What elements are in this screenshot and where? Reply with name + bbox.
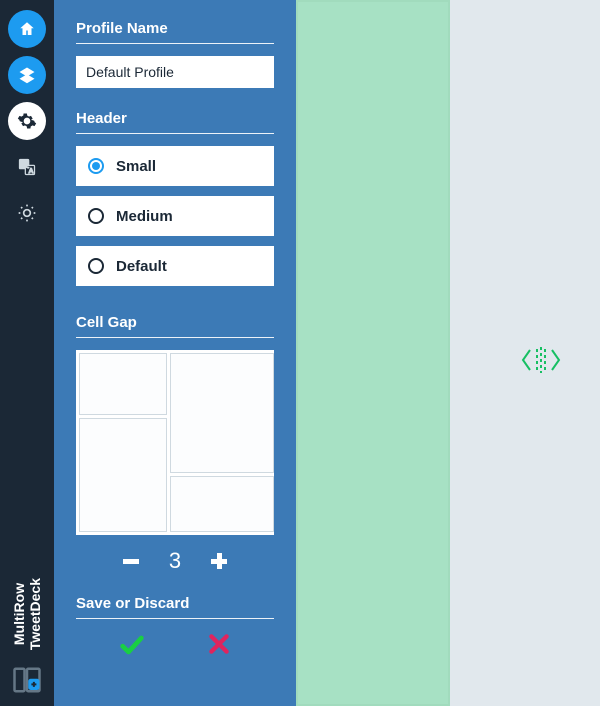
save-actions xyxy=(76,631,274,664)
header-option-small[interactable]: Small xyxy=(76,146,274,186)
gear-icon xyxy=(17,111,37,131)
header-title: Header xyxy=(76,110,274,127)
layout-add-icon xyxy=(12,665,42,695)
plus-icon xyxy=(207,549,231,573)
radio-label: Default xyxy=(116,258,167,275)
cellgap-stepper: 3 xyxy=(76,547,274,575)
home-icon xyxy=(18,20,36,38)
minus-icon xyxy=(119,549,143,573)
cell xyxy=(170,353,274,473)
check-icon xyxy=(118,631,146,659)
save-button[interactable] xyxy=(118,631,146,664)
header-radio-group: Small Medium Default xyxy=(76,146,274,296)
nav-layout-add[interactable] xyxy=(7,660,47,700)
profile-name-title: Profile Name xyxy=(76,20,274,37)
cellgap-preview xyxy=(76,350,274,535)
nav-translate[interactable]: 文A xyxy=(8,148,46,186)
radio-label: Small xyxy=(116,158,156,175)
translate-icon: 文A xyxy=(17,157,37,177)
layers-icon xyxy=(18,66,36,84)
draggable-column[interactable] xyxy=(296,0,450,706)
radio-label: Medium xyxy=(116,208,173,225)
profile-name-input[interactable] xyxy=(76,56,274,88)
settings-panel: Profile Name Header Small Medium Default… xyxy=(54,0,296,706)
cell xyxy=(170,476,274,532)
divider xyxy=(76,133,274,134)
divider xyxy=(76,43,274,44)
cellgap-title: Cell Gap xyxy=(76,314,274,331)
nav-brightness[interactable] xyxy=(8,194,46,232)
divider xyxy=(76,337,274,338)
column-resize-handle[interactable] xyxy=(535,0,541,706)
radio-icon xyxy=(88,158,104,174)
header-option-default[interactable]: Default xyxy=(76,246,274,286)
close-icon xyxy=(206,631,232,657)
brand-label: MultiRowTweetDeck xyxy=(11,578,43,650)
divider xyxy=(76,618,274,619)
save-title: Save or Discard xyxy=(76,595,274,612)
brightness-icon xyxy=(17,203,37,223)
layout-stage xyxy=(296,0,600,706)
svg-text:A: A xyxy=(29,168,34,175)
nav-home[interactable] xyxy=(8,10,46,48)
cell xyxy=(79,418,167,532)
radio-icon xyxy=(88,208,104,224)
radio-icon xyxy=(88,258,104,274)
nav-settings[interactable] xyxy=(8,102,46,140)
header-option-medium[interactable]: Medium xyxy=(76,196,274,236)
resize-indicator-icon xyxy=(521,346,561,374)
increment-button[interactable] xyxy=(203,547,235,575)
sidebar: 文A MultiRowTweetDeck xyxy=(0,0,54,706)
cellgap-value: 3 xyxy=(169,548,181,574)
discard-button[interactable] xyxy=(206,631,232,664)
decrement-button[interactable] xyxy=(115,547,147,575)
nav-layers[interactable] xyxy=(8,56,46,94)
cell xyxy=(79,353,167,415)
